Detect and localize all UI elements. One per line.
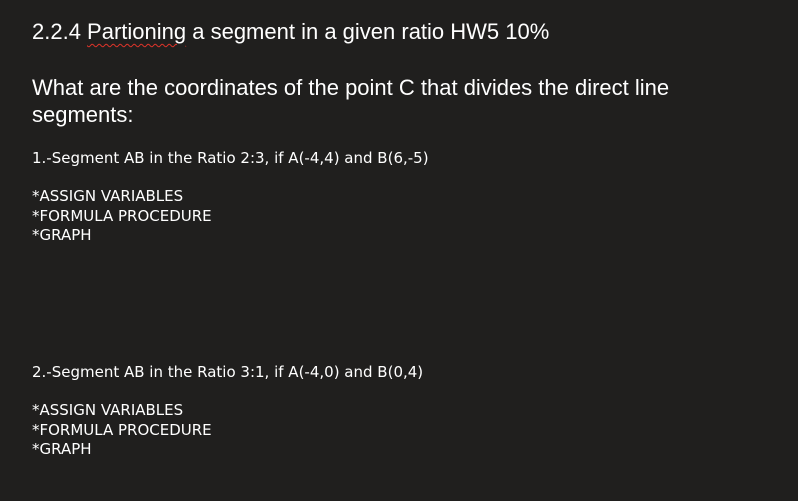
problem-statement: 1.-Segment AB in the Ratio 2:3, if A(-4,… [32, 149, 429, 167]
step-graph: *GRAPH [32, 226, 92, 244]
document-title: 2.2.4 Partioning a segment in a given ra… [32, 18, 549, 46]
problem-2: 2.-Segment AB in the Ratio 3:1, if A(-4,… [32, 362, 772, 460]
step-assign-variables: *ASSIGN VARIABLES [32, 187, 184, 205]
steps-list: *ASSIGN VARIABLES *FORMULA PROCEDURE *GR… [32, 187, 772, 246]
step-assign-variables: *ASSIGN VARIABLES [32, 401, 184, 419]
question-text: What are the coordinates of the point C … [32, 75, 670, 127]
steps-list: *ASSIGN VARIABLES *FORMULA PROCEDURE *GR… [32, 401, 772, 460]
problem-statement: 2.-Segment AB in the Ratio 3:1, if A(-4,… [32, 363, 424, 381]
step-formula-procedure: *FORMULA PROCEDURE [32, 206, 212, 225]
misspelled-word[interactable]: Partioning [87, 19, 186, 44]
step-graph: *GRAPH [32, 440, 92, 458]
step-formula-procedure: *FORMULA PROCEDURE [32, 420, 212, 439]
title-prefix: 2.2.4 [32, 19, 88, 44]
problem-1: 1.-Segment AB in the Ratio 2:3, if A(-4,… [32, 148, 772, 246]
title-suffix: a segment in a given ratio HW5 10% [186, 19, 550, 44]
